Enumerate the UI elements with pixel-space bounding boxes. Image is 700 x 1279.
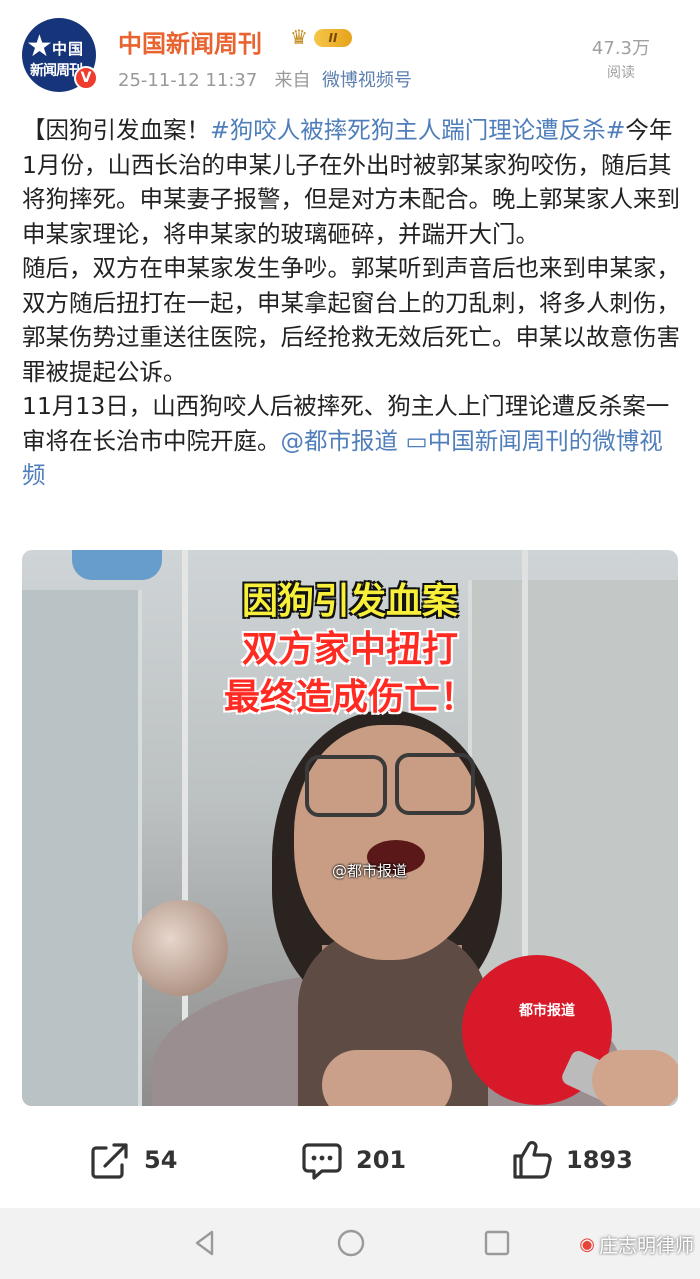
- video-caption-line2: 双方家中扭打: [241, 629, 458, 670]
- crown-icon: ♛: [290, 25, 308, 49]
- background-lamp: [132, 900, 228, 996]
- post-paragraph-3: 11月13日，山西狗咬人后被摔死、狗主人上门理论遭反杀案一审将在长治市中院开庭。…: [22, 389, 682, 493]
- star-logo-icon: ★: [26, 29, 53, 64]
- system-navigation-bar: ◉ 庄志明律师: [0, 1208, 700, 1279]
- share-button[interactable]: 54: [88, 1138, 177, 1182]
- video-caption-line3: 最终造成伤亡！: [223, 677, 476, 718]
- author-watermark: ◉ 庄志明律师: [579, 1231, 694, 1258]
- post-body: 【因狗引发血案！#狗咬人被摔死狗主人踹门理论遭反杀#今年1月份，山西长治的申某儿…: [22, 113, 682, 493]
- glasses-left: [305, 755, 387, 817]
- account-name[interactable]: 中国新闻周刊: [118, 24, 262, 59]
- thumbs-up-icon: [513, 1141, 552, 1179]
- comment-icon: [302, 1143, 342, 1180]
- glasses-right: [395, 753, 475, 815]
- reporter-hand: [592, 1050, 678, 1106]
- comment-count: 201: [356, 1146, 407, 1174]
- view-count: 47.3万 阅读: [592, 34, 650, 82]
- share-icon: [91, 1143, 128, 1179]
- avatar-text-line1: 中国: [52, 40, 85, 58]
- video-watermark: @都市报道: [332, 862, 408, 880]
- source-link[interactable]: 微博视频号: [322, 70, 412, 91]
- post-paragraph-2: 随后，双方在申某家发生争吵。郭某听到声音后也来到申某家，双方随后扭打在一起，申某…: [22, 254, 680, 386]
- video-caption-line1: 因狗引发血案: [241, 581, 458, 622]
- post-timestamp: 25-11-12 11:37: [118, 70, 258, 91]
- verified-badge: V: [74, 66, 98, 90]
- like-count: 1893: [566, 1146, 633, 1174]
- home-circle-icon[interactable]: [334, 1226, 368, 1260]
- post-title: 【因狗引发血案！: [22, 116, 210, 144]
- source-prefix: 来自: [274, 70, 311, 91]
- recent-square-icon[interactable]: [480, 1226, 514, 1260]
- author-watermark-text: 庄志明律师: [598, 1235, 694, 1257]
- post-paragraph-1: 【因狗引发血案！#狗咬人被摔死狗主人踹门理论遭反杀#今年1月份，山西长治的申某儿…: [22, 113, 682, 251]
- view-count-label: 阅读: [606, 65, 635, 81]
- hashtag-link[interactable]: #狗咬人被摔死狗主人踹门理论遭反杀#: [210, 116, 625, 144]
- comment-button[interactable]: 201: [300, 1138, 406, 1182]
- mention-link[interactable]: @都市报道: [281, 427, 399, 455]
- share-count: 54: [144, 1146, 178, 1174]
- video-link-icon: ▭: [405, 426, 428, 455]
- post-meta: 25-11-12 11:37 来自 微博视频号: [118, 66, 412, 92]
- level-badge[interactable]: ♛ II: [290, 26, 354, 50]
- microphone-label: 都市报道: [519, 1003, 575, 1019]
- person-hand: [322, 1050, 452, 1106]
- video-player[interactable]: @都市报道 都市报道 因狗引发血案 双方家中扭打 最终造成伤亡！: [22, 550, 678, 1106]
- view-count-number: 47.3万: [591, 38, 650, 59]
- like-button[interactable]: 1893: [510, 1138, 633, 1182]
- post-header: ★ 中国 新闻周刊 V 中国新闻周刊 ♛ II 25-11-12 11:37 来…: [0, 0, 700, 110]
- weibo-logo-icon: ◉: [579, 1234, 595, 1255]
- level-badge-text: II: [314, 29, 352, 47]
- action-bar: 54 201 1893: [0, 1108, 700, 1208]
- back-triangle-icon[interactable]: [188, 1226, 222, 1260]
